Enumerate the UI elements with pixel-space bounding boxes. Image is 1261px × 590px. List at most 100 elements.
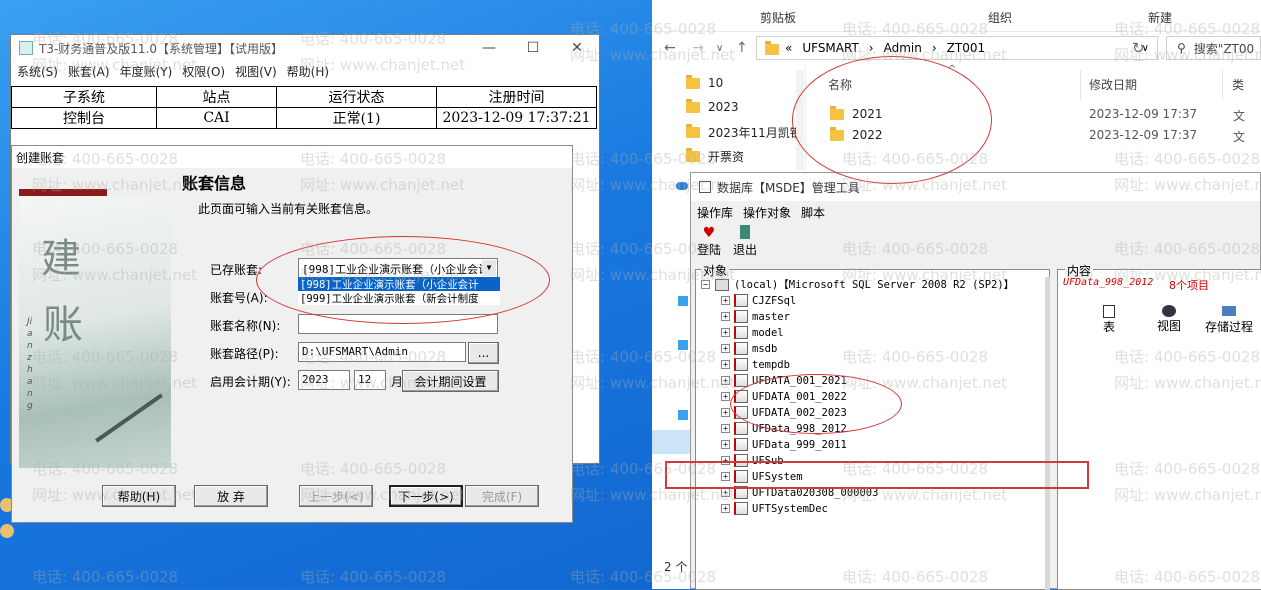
chevron-right-icon: › [868, 41, 874, 55]
menu-help[interactable]: 帮助(H) [287, 63, 329, 80]
account-path-input[interactable]: D:\UFSMART\Admin [298, 342, 466, 362]
database-icon [734, 374, 748, 387]
view-icon [1162, 305, 1176, 317]
annotation-box-ufsystem [665, 461, 1089, 489]
procedures-item[interactable]: 存储过程 [1205, 305, 1253, 335]
nav-folder-item[interactable]: 2023年11月凯钢 [686, 124, 802, 141]
expand-icon[interactable]: + [721, 504, 730, 513]
expand-icon[interactable]: + [721, 328, 730, 337]
nav-folder-item[interactable]: 2023 [686, 98, 739, 114]
login-button[interactable]: ♥ 登陆 [697, 225, 721, 258]
menu-bar: 系统(S) 账套(A) 年度账(Y) 权限(O) 视图(V) 帮助(H) [11, 61, 599, 81]
database-icon [699, 181, 711, 193]
database-node[interactable]: + msdb [721, 341, 777, 356]
expand-icon[interactable]: + [721, 392, 730, 401]
expand-icon[interactable]: + [721, 296, 730, 305]
address-bar[interactable]: « UFSMART › Admin › ZT001 ∨ [756, 36, 1158, 60]
database-name: msdb [752, 342, 778, 355]
exit-button[interactable]: 退出 [733, 225, 757, 258]
database-icon [734, 502, 748, 515]
tables-item[interactable]: 表 [1103, 305, 1115, 335]
annotation-circle-year-folders [792, 56, 992, 184]
database-node[interactable]: + UFData_999_2011 [721, 437, 847, 452]
menu-operate-db[interactable]: 操作库 [697, 204, 733, 221]
previous-button[interactable]: 上一步(<) [299, 485, 373, 507]
database-node[interactable]: + master [721, 309, 790, 324]
column-header-date[interactable]: 修改日期 [1089, 76, 1137, 93]
forward-arrow-icon[interactable]: → [692, 40, 704, 56]
database-node[interactable]: + tempdb [721, 357, 790, 372]
breadcrumb-item[interactable]: Admin [884, 41, 922, 55]
expand-icon[interactable]: + [721, 488, 730, 497]
database-node[interactable]: + UFTSystemDec [721, 501, 828, 516]
browse-button[interactable]: ... [468, 342, 499, 364]
expand-icon[interactable]: + [721, 440, 730, 449]
menu-view[interactable]: 视图(V) [235, 63, 277, 80]
nav-icon[interactable] [678, 340, 688, 350]
column-header: 子系统 [11, 86, 157, 108]
period-settings-button[interactable]: 会计期间设置 [402, 370, 499, 392]
collapse-icon[interactable]: − [701, 280, 710, 289]
expand-icon[interactable]: + [721, 376, 730, 385]
expand-icon[interactable]: + [721, 360, 730, 369]
cancel-button[interactable]: 放 弃 [194, 485, 268, 507]
start-month-input[interactable]: 12 [354, 370, 386, 390]
nav-folder-item[interactable]: 开票资 [686, 148, 744, 165]
server-icon [715, 278, 729, 291]
expand-icon[interactable]: + [721, 408, 730, 417]
window-title: T3-财务通普及版11.0【系统管理】【试用版】 [39, 41, 284, 56]
menu-account[interactable]: 账套(A) [68, 63, 110, 80]
menu-script[interactable]: 脚本 [801, 204, 825, 221]
column-divider[interactable] [1080, 70, 1081, 100]
server-root-node[interactable]: − (local)【Microsoft SQL Server 2008 R2 (… [701, 277, 1014, 292]
tree-scrollbar[interactable] [1045, 277, 1050, 590]
chevron-down-icon[interactable]: ∨ [716, 43, 723, 54]
nav-folder-item[interactable]: 10 [686, 74, 723, 90]
file-date: 2023-12-09 17:37 [1089, 128, 1198, 142]
back-arrow-icon[interactable]: ← [664, 40, 676, 56]
folder-icon [765, 41, 779, 55]
menu-permission[interactable]: 权限(O) [182, 63, 225, 80]
expand-icon[interactable]: + [721, 312, 730, 321]
nav-icon[interactable] [678, 410, 688, 420]
table-cell: 控制台 [11, 107, 157, 129]
breadcrumb-item[interactable]: ZT001 [947, 41, 985, 55]
next-button[interactable]: 下一步(>) [389, 485, 463, 507]
database-node[interactable]: + model [721, 325, 784, 340]
up-arrow-icon[interactable]: ↑ [736, 40, 748, 56]
table-cell: 2023-12-09 17:37:21 [436, 107, 597, 129]
database-node[interactable]: + CJZFSql [721, 293, 796, 308]
table-row[interactable]: 控制台 CAI 正常(1) 2023-12-09 17:37:21 [11, 107, 597, 129]
table-cell: CAI [156, 107, 277, 129]
expand-icon[interactable]: + [721, 424, 730, 433]
column-divider[interactable] [1222, 70, 1223, 100]
minimize-icon[interactable]: — [467, 35, 511, 61]
search-input[interactable]: ⚲ 搜索"ZT00 [1166, 36, 1261, 60]
help-button[interactable]: 帮助(H) [102, 485, 176, 507]
close-icon[interactable]: ✕ [555, 35, 599, 61]
menu-operate-object[interactable]: 操作对象 [743, 204, 791, 221]
table-header-row: 子系统 站点 运行状态 注册时间 [11, 86, 597, 108]
breadcrumb-item[interactable]: UFSMART [802, 41, 858, 55]
refresh-icon[interactable]: ↻ [1132, 39, 1145, 57]
menu-system[interactable]: 系统(S) [17, 63, 58, 80]
expand-icon[interactable]: + [721, 344, 730, 353]
database-icon [734, 438, 748, 451]
nav-icon[interactable] [678, 296, 688, 306]
nav-item-selected[interactable] [652, 430, 690, 454]
breadcrumb-overflow[interactable]: « [785, 41, 792, 55]
account-name-label: 账套名称(N): [210, 319, 281, 333]
finish-button[interactable]: 完成(F) [465, 485, 539, 507]
onedrive-icon[interactable] [676, 182, 688, 190]
file-type: 文 [1233, 130, 1246, 144]
desktop-icon[interactable] [0, 524, 14, 538]
database-icon [734, 310, 748, 323]
start-year-input[interactable]: 2023 [298, 370, 350, 390]
menu-year-account[interactable]: 年度账(Y) [120, 63, 173, 80]
maximize-icon[interactable]: ☐ [511, 35, 555, 61]
views-item[interactable]: 视图 [1157, 305, 1181, 334]
app-icon [19, 41, 33, 55]
column-header: 注册时间 [436, 86, 597, 108]
banner-bar [19, 189, 107, 196]
column-header-type[interactable]: 类 [1232, 76, 1244, 93]
